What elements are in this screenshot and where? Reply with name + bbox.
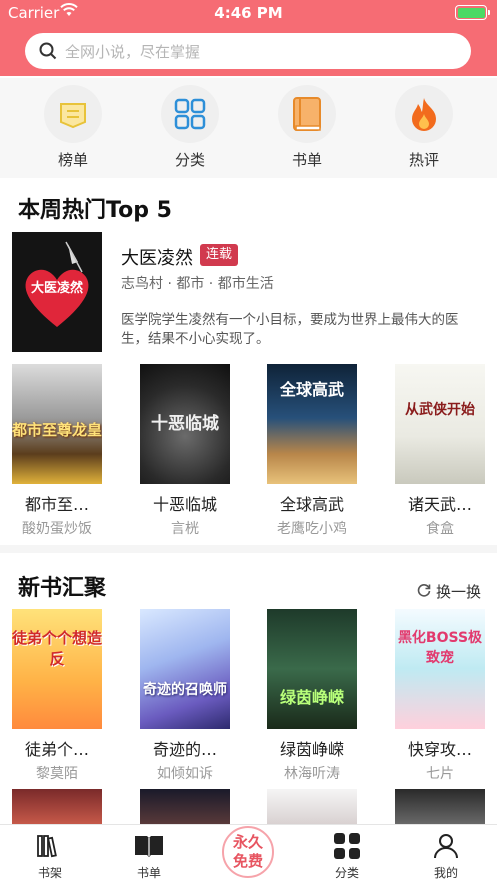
header: Carrier 4:46 PM 全网小说，尽在掌握 — [0, 0, 497, 76]
booklist-icon — [278, 85, 336, 143]
ranking-icon — [44, 85, 102, 143]
book-author: 言桄 — [171, 521, 199, 537]
book-cover: 都市至尊龙皇 — [12, 364, 102, 484]
book-cover: 从武侠开始 — [395, 364, 485, 484]
refresh-icon — [417, 583, 431, 601]
open-book-icon — [114, 831, 184, 861]
tab-category[interactable]: 分类 — [312, 831, 382, 881]
featured-book-title[interactable]: 大医凌然 — [121, 244, 193, 270]
book-title: 全球高武 — [279, 495, 344, 514]
featured-cover-title: 大医凌然 — [30, 281, 83, 296]
book-author: 林海听涛 — [284, 766, 340, 782]
status-time: 4:46 PM — [214, 4, 283, 22]
quick-label: 榜单 — [57, 151, 88, 169]
book-title: 十恶临城 — [152, 495, 217, 514]
section-title-hot: 本周热门Top 5 — [18, 198, 172, 223]
book-title: 奇迹的… — [152, 740, 217, 759]
tab-label: 我的 — [433, 866, 458, 880]
tab-booklist[interactable]: 书单 — [114, 831, 184, 881]
tab-bookshelf[interactable]: 书架 — [15, 831, 85, 881]
battery-icon — [455, 5, 490, 20]
book-cover-partial[interactable] — [267, 789, 357, 825]
featured-book-meta: 志鸟村 · 都市 · 都市生活 — [121, 276, 274, 292]
book-title: 都市至… — [24, 495, 89, 514]
tab-profile[interactable]: 我的 — [411, 831, 481, 881]
bookshelf-icon — [15, 831, 85, 861]
book-author: 七片 — [426, 766, 454, 782]
book-cover: 黑化BOSS极致宠 — [395, 609, 485, 729]
book-cover-partial[interactable] — [12, 789, 102, 825]
book-author: 酸奶蛋炒饭 — [22, 521, 92, 537]
tab-label: 分类 — [334, 866, 359, 880]
refresh-label: 换一换 — [435, 583, 481, 601]
book-item[interactable]: 全球高武 全球高武 老鹰吃小鸡 — [267, 364, 357, 538]
book-author: 老鹰吃小鸡 — [277, 521, 347, 537]
status-bar: Carrier 4:46 PM — [0, 0, 497, 26]
quick-item-category[interactable]: 分类 — [150, 85, 230, 170]
section-divider — [0, 545, 497, 553]
book-cover: 十恶临城 — [140, 364, 230, 484]
book-author: 如倾如诉 — [157, 766, 213, 782]
search-input[interactable]: 全网小说，尽在掌握 — [65, 41, 200, 62]
book-item[interactable]: 从武侠开始 诸天武… 食盒 — [395, 364, 485, 538]
free-badge-line1: 永久 — [232, 833, 263, 851]
book-item[interactable]: 十恶临城 十恶临城 言桄 — [140, 364, 230, 538]
book-title: 绿茵峥嵘 — [279, 740, 344, 759]
book-cover-partial[interactable] — [395, 789, 485, 825]
quick-label: 分类 — [174, 151, 205, 169]
book-item[interactable]: 徒弟个个想造反 徒弟个… 黎莫陌 — [12, 609, 102, 783]
book-title: 快穿攻… — [407, 740, 472, 759]
tab-label: 书架 — [37, 866, 62, 880]
refresh-button[interactable]: 换一换 — [417, 581, 481, 602]
category-icon — [161, 85, 219, 143]
book-cover: 全球高武 — [267, 364, 357, 484]
book-author: 食盒 — [426, 521, 454, 537]
quick-menu: 榜单 分类 书单 热评 — [0, 78, 497, 178]
book-item[interactable]: 都市至尊龙皇 都市至… 酸奶蛋炒饭 — [12, 364, 102, 538]
featured-book-cover[interactable]: 大医凌然 — [12, 232, 102, 352]
book-item[interactable]: 黑化BOSS极致宠 快穿攻… 七片 — [395, 609, 485, 783]
status-badge: 连载 — [200, 244, 239, 266]
book-title: 徒弟个… — [24, 740, 89, 759]
book-author: 黎莫陌 — [36, 766, 78, 782]
user-icon — [411, 831, 481, 861]
free-badge-button[interactable]: 永久 免费 — [222, 826, 274, 878]
quick-item-booklist[interactable]: 书单 — [267, 85, 347, 170]
search-bar[interactable]: 全网小说，尽在掌握 — [25, 33, 471, 69]
tab-label: 书单 — [136, 866, 161, 880]
book-item[interactable]: 奇迹的召唤师 奇迹的… 如倾如诉 — [140, 609, 230, 783]
quick-item-ranking[interactable]: 榜单 — [33, 85, 113, 170]
grid-icon — [312, 831, 382, 861]
quick-item-hot-comments[interactable]: 热评 — [384, 85, 464, 170]
section-title-new: 新书汇聚 — [18, 576, 107, 601]
book-title: 诸天武… — [407, 495, 472, 514]
book-cover: 绿茵峥嵘 — [267, 609, 357, 729]
fire-icon — [395, 85, 453, 143]
book-item[interactable]: 绿茵峥嵘 绿茵峥嵘 林海听涛 — [267, 609, 357, 783]
book-cover: 奇迹的召唤师 — [140, 609, 230, 729]
quick-label: 热评 — [408, 151, 439, 169]
free-badge-line2: 免费 — [232, 852, 263, 870]
book-cover-partial[interactable] — [140, 789, 230, 825]
book-cover: 徒弟个个想造反 — [12, 609, 102, 729]
quick-label: 书单 — [291, 151, 322, 169]
featured-book-description: 医学院学生凌然有一个小目标，要成为世界上最伟大的医生，结果不小心实现了。 — [121, 312, 459, 347]
search-icon — [39, 42, 57, 64]
